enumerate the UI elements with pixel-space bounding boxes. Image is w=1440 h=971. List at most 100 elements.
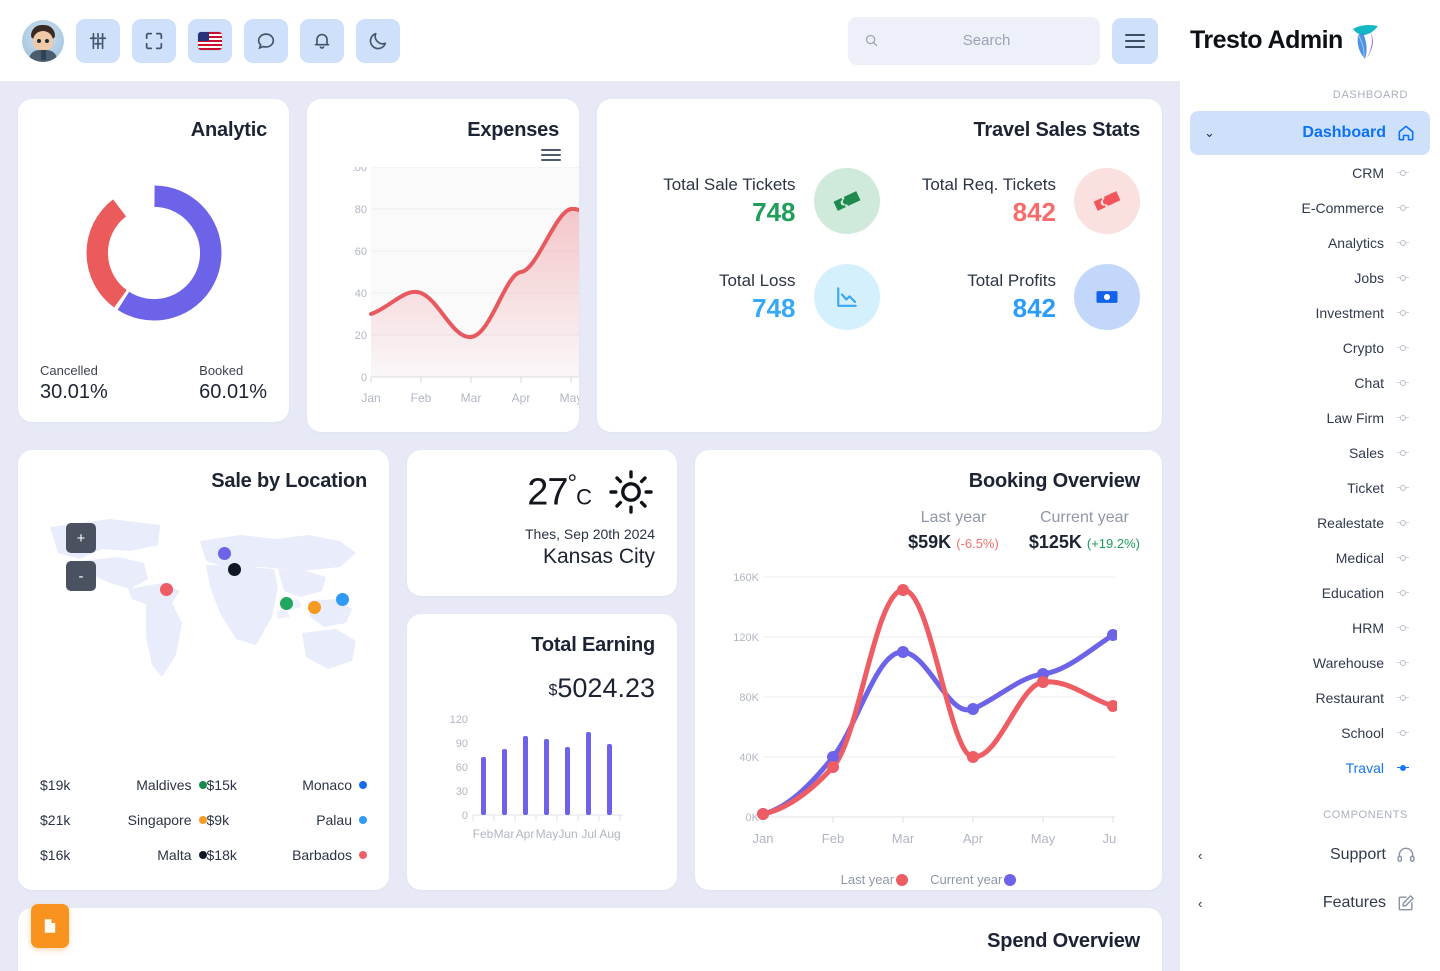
sidebar-item-crypto[interactable]: Crypto [1180,330,1440,365]
legend-current-year[interactable]: Current year [930,872,1017,887]
sidebar-item-medical[interactable]: Medical [1180,540,1440,575]
svg-text:Jun: Jun [1103,831,1117,846]
marker-monaco[interactable] [218,547,231,560]
current-year-label: Current year [1039,509,1129,526]
chat-icon[interactable] [244,18,288,63]
expenses-title: Expenses [467,119,559,141]
stat-label: Total Req. Tickets [921,174,1056,194]
svg-text:Apr: Apr [516,827,535,841]
sidebar-item-chat[interactable]: Chat [1180,365,1440,400]
headset-icon [1397,847,1415,862]
total-earning-bar-chart: 1209060 300 Feb Mar Apr May Jun Jul Aug [450,714,623,841]
sidebar-item-education[interactable]: Education [1180,575,1440,610]
bullet-icon [1396,204,1410,211]
fullscreen-icon[interactable] [132,18,176,63]
sidebar-item-law-firm[interactable]: Law Firm [1180,400,1440,435]
sidebar-item-label: Support [1329,846,1386,863]
location-legend-table: $19k Maldives $15k Monaco $21k Singapore… [40,767,367,872]
dashboard-board: Analytic Cancelled 30.01% Booked 60.01% … [0,81,1180,971]
svg-text:60: 60 [355,246,367,258]
sidebar-item-sales[interactable]: Sales [1180,435,1440,470]
flag-us-icon[interactable] [188,18,232,63]
marker-singapore[interactable] [308,601,321,614]
svg-text:90: 90 [456,738,468,750]
marker-maldives[interactable] [280,597,293,610]
sidebar-item-restaurant[interactable]: Restaurant [1180,680,1440,715]
legend-dot [198,815,207,824]
loc-amount: $16k [40,846,71,863]
main-content: Analytic Cancelled 30.01% [0,0,1180,971]
svg-text:0: 0 [361,372,367,384]
booking-line-chart: 160K120K 80K40K0K Jan Feb Mar Apr May Ju [733,572,1123,846]
svg-text:Feb: Feb [473,827,494,841]
sidebar-item-traval[interactable]: Traval [1180,750,1440,785]
expenses-menu-icon[interactable] [541,149,561,164]
sidebar-item-label: Dashboard [1302,124,1386,141]
loc-name: Monaco [263,776,367,793]
search-box[interactable] [848,16,1100,65]
sidebar-item-hrm[interactable]: HRM [1180,610,1440,645]
row-top: Analytic Cancelled 30.01% Booked 60.01% … [18,99,1162,432]
loc-name: Palau [263,812,367,828]
legend-cancelled: Cancelled 30.01% [40,363,108,404]
sidebar-item-features[interactable]: ‹ Features [1180,879,1440,927]
header-right-group [848,16,1158,65]
marker-barbados[interactable] [160,583,173,596]
sidebar-item-investment[interactable]: Investment [1180,295,1440,330]
svg-text:Apr: Apr [963,831,984,846]
svg-text:Jan: Jan [753,831,774,846]
bell-icon[interactable] [300,18,344,63]
svg-text:120: 120 [450,714,468,726]
brand[interactable]: Tresto Admin [1180,0,1440,81]
marker-malta[interactable] [228,563,241,576]
booked-value: 60.01% [199,381,267,403]
top-header [0,0,1180,81]
loc-label: Monaco [302,776,352,793]
sidebar-item-ticket[interactable]: Ticket [1180,470,1440,505]
table-row: $16k Malta $18k Barbados [40,837,367,872]
sidebar-item-jobs[interactable]: Jobs [1180,260,1440,295]
bullet-icon [1396,764,1410,771]
sidebar-item-crm[interactable]: CRM [1180,155,1440,190]
svg-text:Jul: Jul [581,827,596,841]
cancelled-label: Cancelled [40,363,98,378]
bullet-icon [1396,379,1410,386]
sidebar-item-dashboard[interactable]: ⌄ Dashboard [1190,111,1430,155]
brand-logo-icon [1352,24,1378,59]
support-chat-fab[interactable] [31,904,69,948]
sidebar-item-realestate[interactable]: Realestate [1180,505,1440,540]
sidebar-item-analytics[interactable]: Analytics [1180,225,1440,260]
sliders-icon[interactable] [76,18,120,63]
bullet-icon [1396,694,1410,701]
map-zoom-in-button[interactable]: + [66,523,96,553]
svg-text:80K: 80K [739,692,759,704]
svg-text:Feb: Feb [822,831,844,846]
sidebar-menu-list: CRM E-Commerce Analytics Jobs Investment… [1180,155,1440,785]
bullet-icon [1396,484,1410,491]
marker-palau[interactable] [336,593,349,606]
middle-column: 27°C Thes, Sep 20th 2024 Kansas City Tot… [407,450,677,890]
legend-dot [359,780,367,789]
legend-label: Current year [930,872,1003,887]
total-earning-amount: $5024.23 [429,673,655,704]
card-booking-overview: Booking Overview Last year $59K (-6.5%) … [695,450,1162,890]
sidebar-item-support[interactable]: ‹ Support [1180,831,1440,879]
weather-city: Kansas City [542,545,655,568]
note-icon [44,919,56,933]
legend-last-year[interactable]: Last year [841,872,909,887]
menu-toggle-button[interactable] [1112,17,1158,64]
sidebar-section-components: COMPONENTS [1323,809,1408,821]
map-zoom-out-button[interactable]: - [66,561,96,591]
sidebar-item-school[interactable]: School [1180,715,1440,750]
avatar[interactable] [22,19,64,62]
stat-value: 748 [752,292,796,323]
sidebar-item-warehouse[interactable]: Warehouse [1180,645,1440,680]
search-input[interactable] [889,32,1084,49]
chart-down-icon [813,264,880,330]
moon-icon[interactable] [356,18,400,63]
ticket-icon [813,168,880,234]
stat-label: Total Sale Tickets [663,174,796,194]
earning-value: 5024.23 [557,673,655,703]
map-zoom-controls: + - [66,523,96,591]
sidebar-item-e-commerce[interactable]: E-Commerce [1180,190,1440,225]
